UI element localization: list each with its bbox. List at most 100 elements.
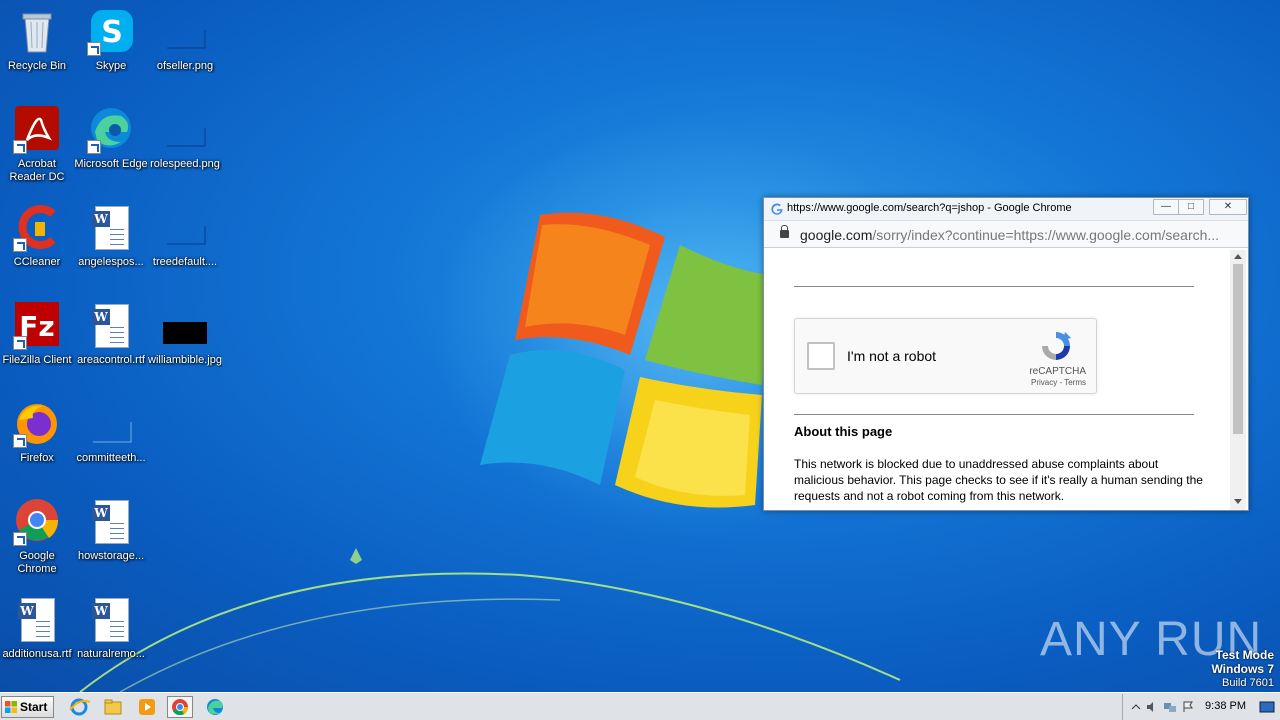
- desktop-icon-acrobat[interactable]: Acrobat Reader DC: [0, 106, 74, 184]
- shortcut-arrow-icon: [13, 238, 27, 252]
- desktop-icon-williambible[interactable]: williambible.jpg: [148, 302, 222, 367]
- test-mode-notice: Test Mode Windows 7 Build 7601: [1211, 648, 1274, 690]
- chrome-icon: [13, 498, 61, 546]
- desktop-icon-rolespeed[interactable]: rolespeed.png: [148, 106, 222, 171]
- word-doc-icon: W: [87, 204, 135, 252]
- lock-icon: [780, 225, 789, 238]
- about-heading: About this page: [794, 424, 893, 439]
- desktop-icon-label: Microsoft Edge: [74, 158, 148, 170]
- terms-link[interactable]: Terms: [1064, 378, 1086, 387]
- maximize-button[interactable]: □: [1178, 199, 1204, 215]
- recaptcha-brand: reCAPTCHA: [1029, 366, 1086, 377]
- acrobat-icon: [13, 106, 61, 154]
- taskbar-media-player-button[interactable]: [134, 696, 160, 718]
- desktop-icon-howstorage[interactable]: W howstorage...: [74, 498, 148, 563]
- desktop: Recycle Bin S Skype ofseller.png Acrobat…: [0, 0, 1280, 692]
- desktop-icon-label: FileZilla Client: [2, 354, 72, 366]
- test-mode-line: Test Mode: [1215, 648, 1274, 662]
- desktop-icon-recycle-bin[interactable]: Recycle Bin: [0, 8, 74, 73]
- desktop-icon-label: Recycle Bin: [7, 60, 67, 72]
- shortcut-arrow-icon: [87, 140, 101, 154]
- desktop-icon-label: howstorage...: [77, 550, 145, 562]
- taskbar-ie-button[interactable]: [66, 696, 92, 718]
- page-content: I'm not a robot reCAPTCHA Privacy - Term…: [764, 250, 1230, 510]
- shortcut-arrow-icon: [13, 434, 27, 448]
- word-doc-icon: W: [87, 596, 135, 644]
- desktop-icon-label: areacontrol.rtf: [77, 354, 145, 366]
- desktop-icon-angelespos[interactable]: W angelespos...: [74, 204, 148, 269]
- desktop-icon-label: treedefault....: [152, 256, 218, 268]
- desktop-icon-label: angelespos...: [78, 256, 144, 268]
- desktop-icon-label: Skype: [95, 60, 127, 72]
- recaptcha-logo-icon: [1042, 332, 1071, 360]
- folder-icon: [104, 699, 122, 715]
- shortcut-arrow-icon: [87, 42, 101, 56]
- recaptcha-label: I'm not a robot: [847, 348, 937, 364]
- chrome-icon: [172, 699, 189, 716]
- shortcut-arrow-icon: [13, 532, 27, 546]
- start-button[interactable]: Start: [1, 696, 54, 718]
- firefox-icon: [13, 400, 61, 448]
- build-line: Build 7601: [1222, 677, 1274, 689]
- recaptcha-links: Privacy - Terms: [1031, 378, 1086, 387]
- recycle-bin-icon: [13, 8, 61, 56]
- taskbar-edge-button[interactable]: [202, 696, 228, 718]
- desktop-icon-treedefault[interactable]: treedefault....: [148, 204, 222, 269]
- scroll-down-arrow-icon[interactable]: [1234, 499, 1242, 504]
- chevron-up-icon[interactable]: [1129, 701, 1143, 713]
- windows-flag-icon: [5, 701, 17, 713]
- scrollbar-thumb[interactable]: [1233, 264, 1243, 434]
- desktop-icon-ofseller[interactable]: ofseller.png: [148, 8, 222, 73]
- word-doc-icon: W: [13, 596, 61, 644]
- taskbar-explorer-button[interactable]: [100, 696, 126, 718]
- network-icon[interactable]: [1163, 701, 1177, 713]
- show-desktop-icon[interactable]: [1259, 701, 1275, 713]
- divider: [794, 414, 1194, 415]
- url-text[interactable]: google.com/sorry/index?continue=https://…: [800, 227, 1219, 243]
- windows-version-line: Windows 7: [1211, 662, 1274, 676]
- scroll-up-arrow-icon[interactable]: [1234, 254, 1242, 259]
- desktop-icon-filezilla[interactable]: Fz FileZilla Client: [0, 302, 74, 367]
- shortcut-arrow-icon: [13, 140, 27, 154]
- svg-text:S: S: [101, 15, 123, 50]
- desktop-icon-skype[interactable]: S Skype: [74, 8, 148, 73]
- word-doc-icon: W: [87, 302, 135, 350]
- window-titlebar[interactable]: https://www.google.com/search?q=jshop - …: [764, 198, 1248, 220]
- minimize-button[interactable]: —: [1153, 199, 1179, 215]
- taskbar: Start 9:38 PM: [0, 692, 1280, 720]
- skype-icon: S: [87, 8, 135, 56]
- edge-icon: [87, 106, 135, 154]
- desktop-icon-naturalremo[interactable]: W naturalremo...: [74, 596, 148, 661]
- desktop-icon-additionusa[interactable]: W additionusa.rtf: [0, 596, 74, 661]
- desktop-icon-google-chrome[interactable]: Google Chrome: [0, 498, 74, 576]
- action-center-flag-icon[interactable]: [1181, 701, 1195, 713]
- privacy-link[interactable]: Privacy: [1031, 378, 1057, 387]
- desktop-icon-edge[interactable]: Microsoft Edge: [74, 106, 148, 171]
- clock[interactable]: 9:38 PM: [1205, 700, 1246, 712]
- desktop-icon-label: rolespeed.png: [150, 158, 220, 170]
- recaptcha-widget[interactable]: I'm not a robot reCAPTCHA Privacy - Term…: [794, 318, 1097, 394]
- desktop-icon-label: Google Chrome: [17, 550, 57, 575]
- edge-icon: [207, 699, 223, 715]
- speaker-icon[interactable]: [1145, 701, 1159, 713]
- desktop-icon-firefox[interactable]: Firefox: [0, 400, 74, 465]
- desktop-icon-label: Acrobat Reader DC: [9, 158, 65, 183]
- desktop-icon-committeeth[interactable]: committeeth...: [74, 400, 148, 465]
- chrome-popup-window[interactable]: https://www.google.com/search?q=jshop - …: [763, 197, 1249, 511]
- desktop-icon-label: additionusa.rtf: [2, 648, 72, 660]
- desktop-icon-label: ofseller.png: [156, 60, 214, 72]
- filezilla-icon: Fz: [13, 302, 61, 350]
- image-file-icon: [161, 8, 209, 56]
- url-path: /sorry/index?continue=https://www.google…: [872, 227, 1220, 243]
- vertical-scrollbar[interactable]: [1230, 250, 1246, 510]
- desktop-icon-label: naturalremo...: [77, 648, 145, 660]
- address-bar[interactable]: google.com/sorry/index?continue=https://…: [764, 220, 1248, 248]
- desktop-icon-ccleaner[interactable]: CCleaner: [0, 204, 74, 269]
- recaptcha-checkbox[interactable]: [807, 342, 835, 370]
- image-file-icon: [161, 106, 209, 154]
- close-button[interactable]: ✕: [1209, 199, 1247, 215]
- internet-explorer-icon: [69, 698, 91, 716]
- file-icon: [87, 400, 135, 448]
- taskbar-chrome-button[interactable]: [167, 696, 193, 718]
- desktop-icon-areacontrol[interactable]: W areacontrol.rtf: [74, 302, 148, 367]
